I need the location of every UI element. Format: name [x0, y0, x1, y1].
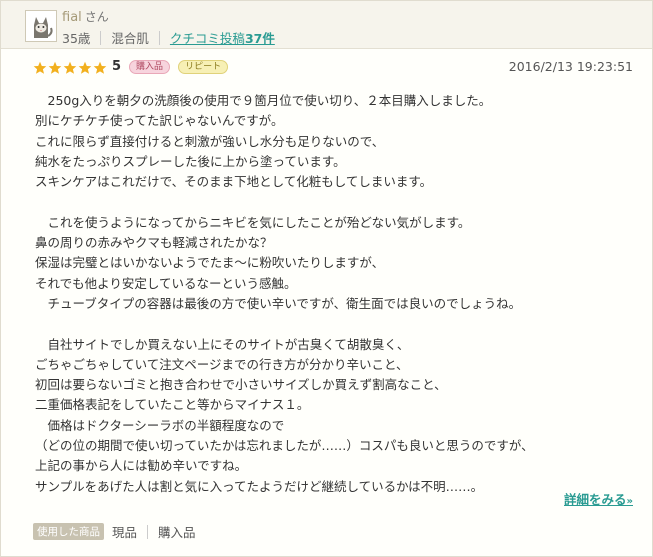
review-line: スキンケアはこれだけで、そのまま下地として化粧もしてしまいます。 — [35, 174, 433, 190]
double-chevron-right-icon: » — [626, 496, 633, 507]
review-line: 二重価格表記をしていたこと等からマイナス１。 — [35, 397, 310, 413]
divider — [158, 30, 160, 45]
reviewer-header: fial さん 35歳 混合肌 クチコミ投稿37件 — [1, 1, 652, 49]
review-line — [35, 314, 635, 334]
review-line: これに限らず直接付けると刺激が強いし水分も足りないので、 — [35, 133, 385, 149]
review-body: 250g入りを朝夕の洗顔後の使用で９箇月位で使い切り、２本目購入しました。 別にケ… — [35, 91, 635, 497]
review-line: 自社サイトでしか買えない上にそのサイトが古臭くて胡散臭く、 — [35, 336, 410, 352]
review-line: サンプルをあげた人は割と気に入ってたようだけど継続しているかは不明……。 — [35, 478, 484, 494]
star-rating — [33, 60, 108, 74]
review-line: 価格はドクターシーラボの半額程度なので — [35, 417, 285, 433]
see-details-label: 詳細をみる — [564, 492, 627, 507]
reviewer-meta: 35歳 混合肌 クチコミ投稿37件 — [62, 28, 275, 47]
reviewer-name-text: fial — [62, 10, 82, 25]
review-timestamp: 2016/2/13 19:23:51 — [508, 59, 633, 74]
review-line: （どの位の期間で使い切っていたかは忘れましたが……）コスパも良いと思うのですが、 — [35, 438, 534, 454]
see-details-link[interactable]: 詳細をみる» — [564, 489, 633, 508]
review-line: 250g入りを朝夕の洗顔後の使用で９箇月位で使い切り、２本目購入しました。 — [35, 93, 492, 108]
used-products-label: 使用した商品 — [33, 523, 104, 540]
cat-avatar-icon[interactable] — [25, 10, 57, 42]
review-line — [35, 192, 635, 212]
review-line: それでも他より安定しているなーという感触。 — [35, 275, 297, 291]
review-line: 初回は要らないゴミと抱き合わせで小さいサイズしか買えず割高なこと、 — [35, 377, 447, 393]
review-line: これを使うようになってからニキビを気にしたことが殆どない気がします。 — [35, 214, 471, 230]
reviewer-name: fial さん — [62, 8, 109, 25]
review-line: 別にケチケチ使ってた訳じゃないんですが。 — [35, 113, 284, 129]
review-count-value: 37件 — [244, 31, 275, 46]
reviewer-skin-type: 混合肌 — [111, 31, 149, 46]
reviewer-age: 35歳 — [62, 31, 91, 46]
review-line: 保湿は完璧とはいかないようでたま～に粉吹いたりしますが、 — [35, 255, 385, 271]
used-product-item: 購入品 — [158, 525, 196, 540]
review-count-label: クチコミ投稿 — [169, 31, 245, 46]
rating-score: 5 — [112, 59, 122, 74]
review-line: ごちゃごちゃしていて注文ページまでの行き方が分かり辛いこと、 — [35, 356, 409, 372]
review-line: 上記の事から人には勧め辛いですね。 — [35, 458, 248, 474]
review-line: 鼻の周りの赤みやクマも軽減されたかな？ — [35, 235, 273, 251]
divider — [147, 524, 149, 539]
star-icon — [78, 60, 92, 74]
star-icon — [48, 60, 62, 74]
used-product-item: 現品 — [112, 525, 138, 540]
reviewer-name-suffix: さん — [84, 10, 109, 24]
review-card: fial さん 35歳 混合肌 クチコミ投稿37件 5 購入品 リピート 2016… — [0, 0, 653, 557]
rating-row: 5 購入品 リピート — [33, 59, 229, 74]
divider — [100, 30, 102, 45]
review-line: チューブタイプの容器は最後の方で使い辛いですが、衛生面では良いのでしょうね。 — [35, 295, 522, 311]
repeat-badge: リピート — [178, 59, 229, 74]
review-line: 純水をたっぷりスプレーした後に上から塗っています。 — [35, 153, 346, 169]
used-products-row: 使用した商品 現品 購入品 — [33, 522, 196, 541]
star-icon — [93, 60, 107, 74]
star-icon — [63, 60, 77, 74]
review-count-link[interactable]: クチコミ投稿37件 — [170, 28, 275, 47]
purchased-badge: 購入品 — [129, 59, 171, 74]
star-icon — [33, 60, 47, 74]
